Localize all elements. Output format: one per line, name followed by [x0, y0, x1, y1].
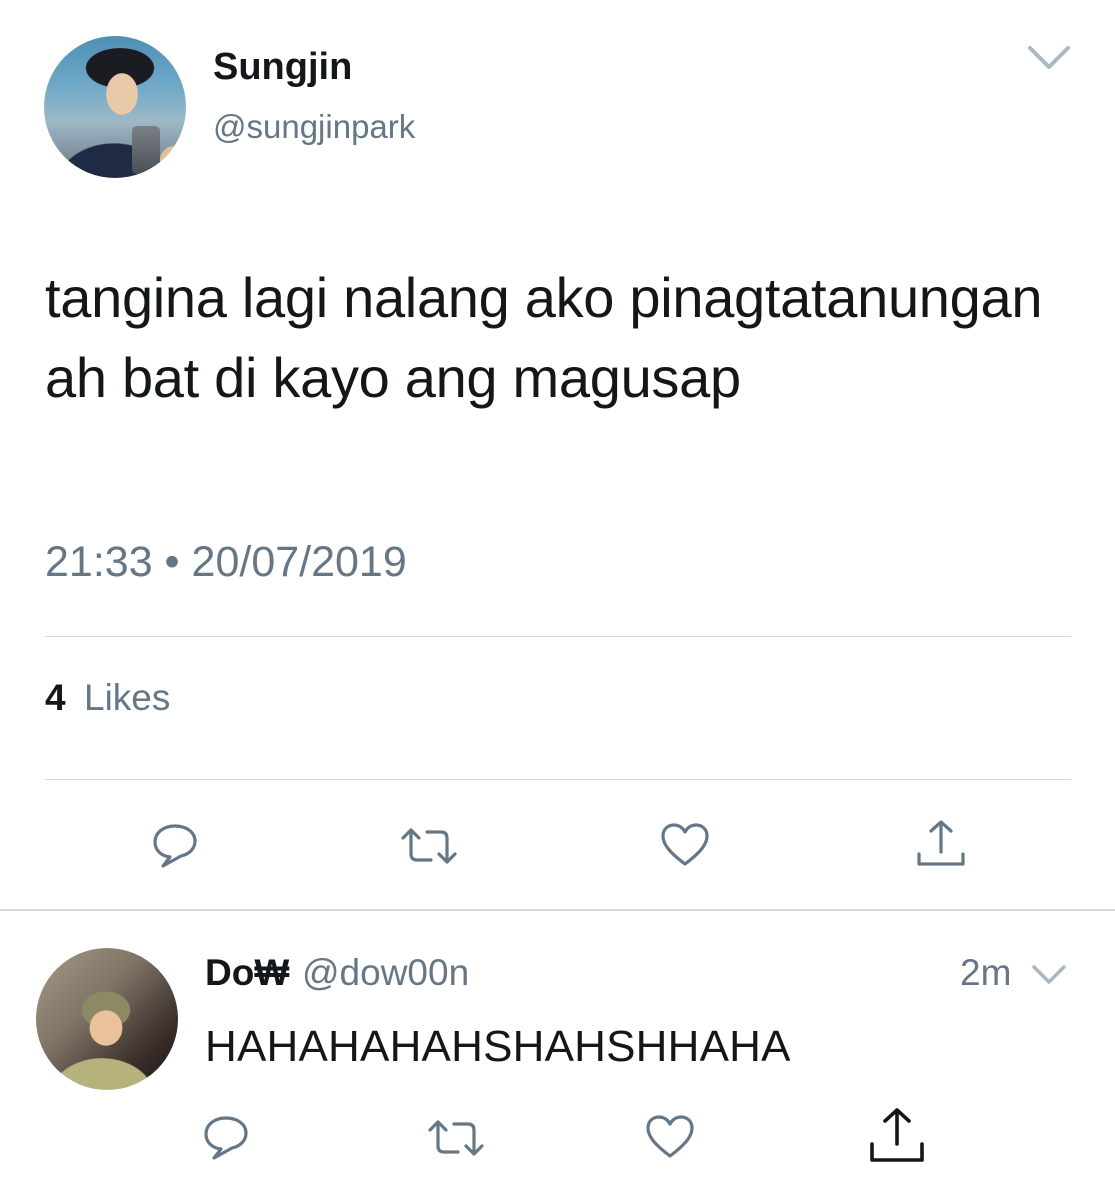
avatar-hand-shape [160, 146, 186, 176]
tweet-timestamp: 21:33 • 20/07/2019 [45, 538, 407, 586]
reply-author-avatar[interactable] [36, 948, 178, 1090]
likes-count[interactable]: 4 [45, 677, 66, 719]
author-handle[interactable]: @sungjinpark [213, 108, 415, 146]
share-icon[interactable] [913, 816, 965, 868]
tweet-separator [0, 909, 1115, 911]
reply-author-name[interactable]: Do₩ [205, 952, 289, 994]
author-name[interactable]: Sungjin [213, 46, 352, 89]
heart-icon[interactable] [644, 1112, 696, 1164]
divider [45, 636, 1071, 637]
reply-icon[interactable] [200, 1112, 252, 1164]
share-icon[interactable] [866, 1104, 928, 1166]
divider [45, 779, 1071, 780]
author-avatar[interactable] [44, 36, 186, 178]
likes-label[interactable]: Likes [84, 677, 170, 719]
heart-icon[interactable] [659, 820, 711, 872]
reply-time: 2m [960, 952, 1012, 993]
reply-icon[interactable] [149, 820, 201, 872]
reply-text: HAHAHAHAHSHAHSHHAHA [205, 1022, 791, 1071]
chevron-down-icon[interactable] [1026, 40, 1072, 74]
avatar-phone-shape [132, 126, 160, 174]
retweet-icon[interactable] [426, 1112, 484, 1164]
reply-author-handle[interactable]: @dow00n [302, 952, 469, 994]
chevron-down-icon[interactable] [1030, 960, 1068, 988]
retweet-icon[interactable] [399, 820, 457, 872]
tweet-text: tangina lagi nalang ako pinagtatanungan … [45, 266, 1043, 409]
